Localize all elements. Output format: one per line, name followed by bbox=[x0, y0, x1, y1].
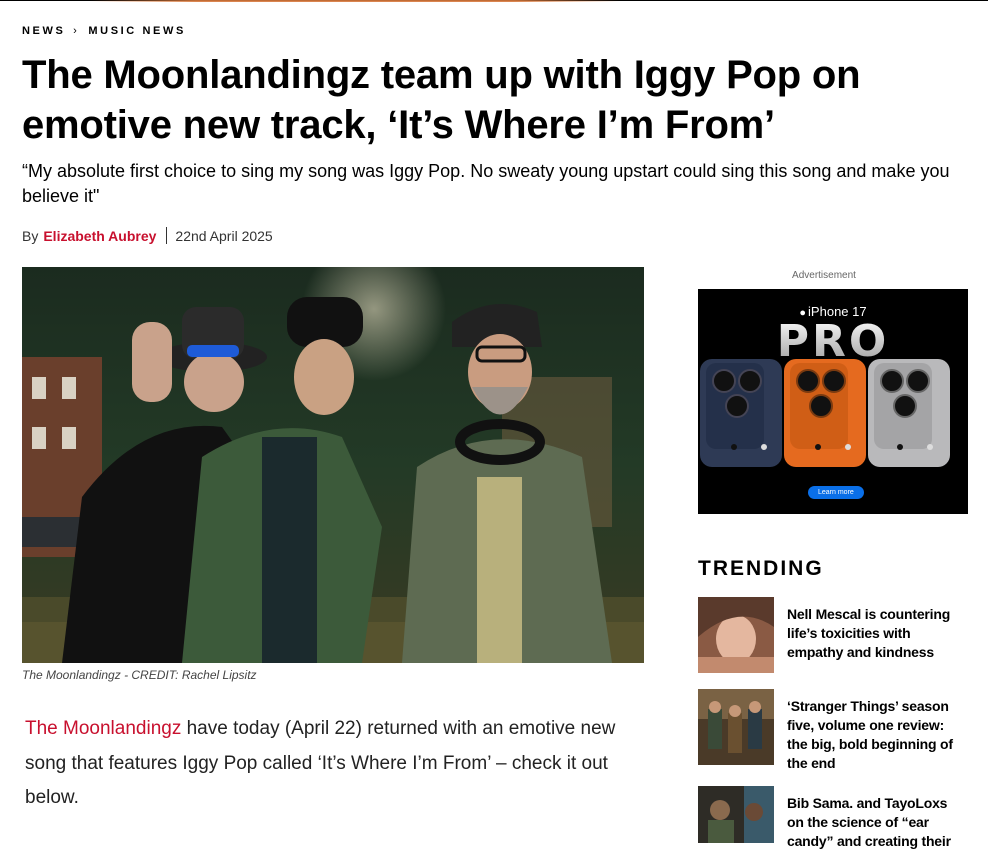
byline-prefix: By bbox=[22, 227, 39, 244]
trending-thumbnail bbox=[698, 786, 774, 862]
trending-item-title: Bib Sama. and TayoLoxs on the science of… bbox=[787, 795, 951, 849]
band-link[interactable]: The Moonlandingz bbox=[25, 718, 181, 739]
ad-label: Advertisement bbox=[792, 270, 856, 281]
ad-learn-more-button[interactable]: Learn more bbox=[808, 486, 864, 499]
publish-date: 22nd April 2025 bbox=[175, 227, 273, 244]
trending-thumbnail bbox=[698, 597, 774, 673]
trending-heading: TRENDING bbox=[698, 557, 824, 580]
image-caption: The Moonlandingz - CREDIT: Rachel Lipsit… bbox=[22, 668, 257, 682]
breadcrumb-news[interactable]: NEWS bbox=[22, 25, 65, 37]
breadcrumb-music-news[interactable]: MUSIC NEWS bbox=[88, 25, 186, 37]
breadcrumb-separator: › bbox=[73, 25, 77, 37]
trending-thumbnail bbox=[698, 689, 774, 765]
hero-image bbox=[22, 267, 644, 663]
article-standfirst: “My absolute first choice to sing my son… bbox=[22, 161, 950, 206]
ad-banner[interactable]: ● iPhone 17 PRO Learn more bbox=[698, 289, 968, 514]
top-accent-bar bbox=[90, 0, 620, 2]
article-headline: The Moonlandingz team up with Iggy Pop o… bbox=[22, 53, 861, 147]
article-body: The Moonlandingz have today (April 22) r… bbox=[25, 712, 650, 816]
trending-item-title: ‘Stranger Things’ season five, volume on… bbox=[787, 698, 953, 771]
ad-phones-image bbox=[700, 359, 950, 467]
breadcrumb: NEWS › MUSIC NEWS bbox=[22, 25, 186, 37]
byline-divider bbox=[166, 227, 168, 244]
byline: By Elizabeth Aubrey 22nd April 2025 bbox=[22, 227, 273, 244]
author-link[interactable]: Elizabeth Aubrey bbox=[43, 228, 156, 244]
trending-item-title: Nell Mescal is countering life’s toxicit… bbox=[787, 606, 951, 660]
